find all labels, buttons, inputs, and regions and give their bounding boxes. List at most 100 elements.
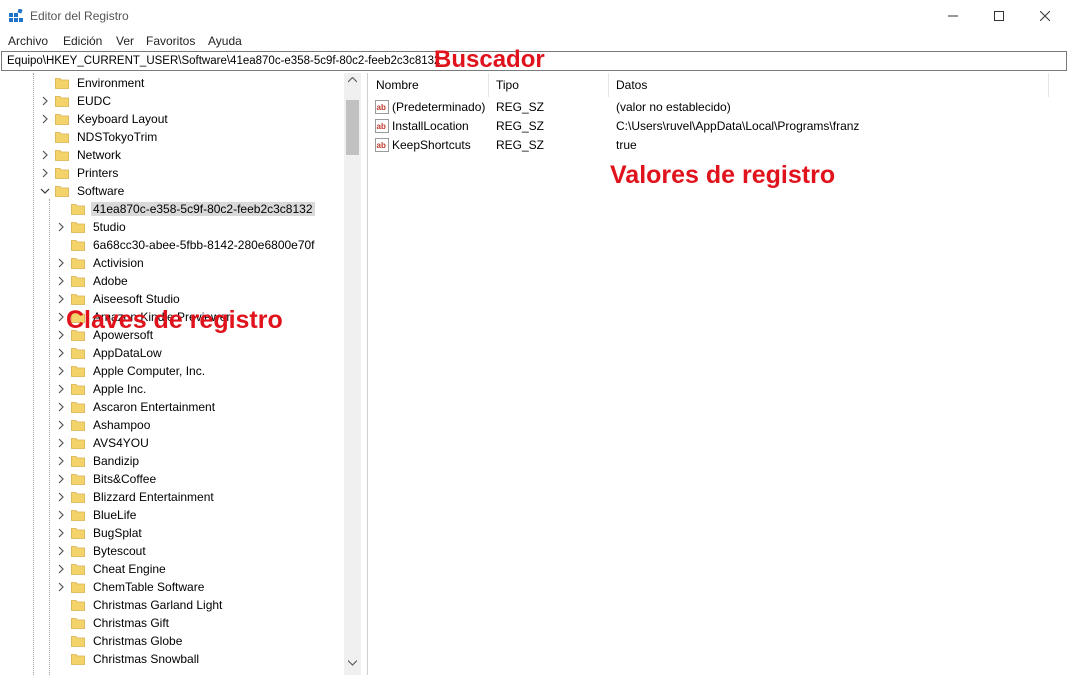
- tree-item-label: 41ea870c-e358-5c9f-80c2-feeb2c3c8132: [91, 202, 315, 216]
- tree-scrollbar[interactable]: [344, 73, 361, 675]
- value-row[interactable]: ab KeepShortcuts REG_SZ true: [368, 136, 1068, 155]
- chevron-right-icon[interactable]: [56, 258, 66, 268]
- tree-item[interactable]: 41ea870c-e358-5c9f-80c2-feeb2c3c8132: [56, 200, 315, 218]
- tree-item-label: Keyboard Layout: [77, 112, 168, 126]
- tree-item[interactable]: AppDataLow: [56, 344, 164, 362]
- value-row[interactable]: ab InstallLocation REG_SZ C:\Users\ruvel…: [368, 117, 1068, 136]
- tree-item[interactable]: Network: [40, 146, 123, 164]
- tree-item[interactable]: BlueLife: [56, 506, 138, 524]
- tree-item-label: Apple Inc.: [93, 382, 147, 396]
- tree-item[interactable]: Adobe: [56, 272, 130, 290]
- chevron-right-icon[interactable]: [40, 150, 50, 160]
- chevron-right-icon[interactable]: [56, 582, 66, 592]
- tree-item-label: Bandizip: [93, 454, 140, 468]
- tree-item[interactable]: NDSTokyoTrim: [40, 128, 159, 146]
- chevron-right-icon[interactable]: [40, 114, 50, 124]
- folder-icon: [71, 204, 85, 215]
- column-header-nombre[interactable]: Nombre: [376, 73, 419, 97]
- menu-edicion[interactable]: Edición: [63, 34, 102, 48]
- chevron-right-icon[interactable]: [56, 564, 66, 574]
- chevron-right-icon[interactable]: [56, 366, 66, 376]
- chevron-right-icon[interactable]: [56, 348, 66, 358]
- value-row[interactable]: ab (Predeterminado) REG_SZ (valor no est…: [368, 98, 1068, 117]
- tree-item[interactable]: Christmas Snowball: [56, 650, 201, 668]
- folder-icon: [71, 366, 85, 377]
- chevron-right-icon[interactable]: [56, 276, 66, 286]
- column-divider[interactable]: [608, 73, 609, 97]
- chevron-right-icon[interactable]: [56, 456, 66, 466]
- chevron-right-icon[interactable]: [56, 312, 66, 322]
- chevron-right-icon[interactable]: [56, 528, 66, 538]
- tree-item-label: Activision: [93, 256, 144, 270]
- minimize-button[interactable]: [930, 0, 976, 31]
- tree-item[interactable]: Activision: [56, 254, 146, 272]
- tree-item[interactable]: Christmas Globe: [56, 632, 184, 650]
- tree-item[interactable]: Bandizip: [56, 452, 141, 470]
- menu-favoritos[interactable]: Favoritos: [146, 34, 195, 48]
- tree-item[interactable]: Ashampoo: [56, 416, 152, 434]
- tree-item-label: Bits&Coffee: [93, 472, 157, 486]
- chevron-right-icon[interactable]: [56, 546, 66, 556]
- folder-icon: [71, 258, 85, 269]
- address-path[interactable]: Equipo\HKEY_CURRENT_USER\Software\41ea87…: [7, 55, 440, 67]
- folder-icon: [71, 618, 85, 629]
- tree-item[interactable]: EUDC: [40, 92, 113, 110]
- tree-item[interactable]: AVS4YOU: [56, 434, 151, 452]
- tree-item[interactable]: Bytescout: [56, 542, 148, 560]
- chevron-right-icon[interactable]: [56, 384, 66, 394]
- menu-ver[interactable]: Ver: [116, 34, 134, 48]
- tree-item[interactable]: Christmas Garland Light: [56, 596, 224, 614]
- tree-item-label: Ashampoo: [93, 418, 151, 432]
- column-divider[interactable]: [1048, 73, 1049, 97]
- folder-icon: [71, 546, 85, 557]
- column-divider[interactable]: [488, 73, 489, 97]
- chevron-right-icon[interactable]: [56, 294, 66, 304]
- column-header-tipo[interactable]: Tipo: [496, 73, 519, 97]
- tree-item[interactable]: Ascaron Entertainment: [56, 398, 217, 416]
- string-value-icon: ab: [375, 138, 389, 152]
- scroll-thumb[interactable]: [346, 100, 359, 155]
- tree-item[interactable]: 5tudio: [56, 218, 128, 236]
- tree-item[interactable]: Software: [40, 182, 126, 200]
- column-header-datos[interactable]: Datos: [616, 73, 647, 97]
- chevron-right-icon[interactable]: [56, 330, 66, 340]
- tree-item[interactable]: Apple Inc.: [56, 380, 148, 398]
- chevron-right-icon[interactable]: [56, 222, 66, 232]
- tree-item-label: Environment: [77, 76, 145, 90]
- tree-item[interactable]: Keyboard Layout: [40, 110, 170, 128]
- folder-icon: [71, 654, 85, 665]
- scroll-down-icon: [348, 660, 357, 666]
- folder-icon: [71, 510, 85, 521]
- close-button[interactable]: [1022, 0, 1068, 31]
- tree-item[interactable]: Cheat Engine: [56, 560, 168, 578]
- chevron-right-icon[interactable]: [56, 402, 66, 412]
- chevron-right-icon[interactable]: [40, 168, 50, 178]
- menu-archivo[interactable]: Archivo: [8, 34, 48, 48]
- title-bar: Editor del Registro: [0, 0, 1069, 31]
- menu-ayuda[interactable]: Ayuda: [208, 34, 242, 48]
- value-name: KeepShortcuts: [392, 138, 471, 152]
- chevron-right-icon[interactable]: [56, 420, 66, 430]
- tree-item[interactable]: Apple Computer, Inc.: [56, 362, 207, 380]
- tree-item[interactable]: Environment: [40, 74, 146, 92]
- tree-item[interactable]: Christmas Gift: [56, 614, 171, 632]
- chevron-right-icon[interactable]: [56, 492, 66, 502]
- scroll-up-icon: [348, 77, 357, 83]
- chevron-down-icon[interactable]: [40, 186, 50, 196]
- tree-item[interactable]: Printers: [40, 164, 120, 182]
- tree-item[interactable]: BugSplat: [56, 524, 144, 542]
- tree-item[interactable]: Bits&Coffee: [56, 470, 158, 488]
- chevron-right-icon[interactable]: [56, 510, 66, 520]
- folder-icon: [55, 168, 69, 179]
- chevron-right-icon[interactable]: [56, 474, 66, 484]
- tree-item-label: 5tudio: [93, 220, 126, 234]
- annotation-valores-de-registro: Valores de registro: [610, 161, 836, 189]
- maximize-button[interactable]: [976, 0, 1022, 31]
- tree-item[interactable]: ChemTable Software: [56, 578, 206, 596]
- chevron-right-icon[interactable]: [56, 438, 66, 448]
- registry-keys-tree[interactable]: Environment EUDC Keyboard Layout NDSTokyoTr…: [0, 73, 364, 675]
- chevron-right-icon[interactable]: [40, 96, 50, 106]
- maximize-icon: [994, 10, 1004, 21]
- tree-item[interactable]: 6a68cc30-abee-5fbb-8142-280e6800e70f: [56, 236, 317, 254]
- tree-item[interactable]: Blizzard Entertainment: [56, 488, 216, 506]
